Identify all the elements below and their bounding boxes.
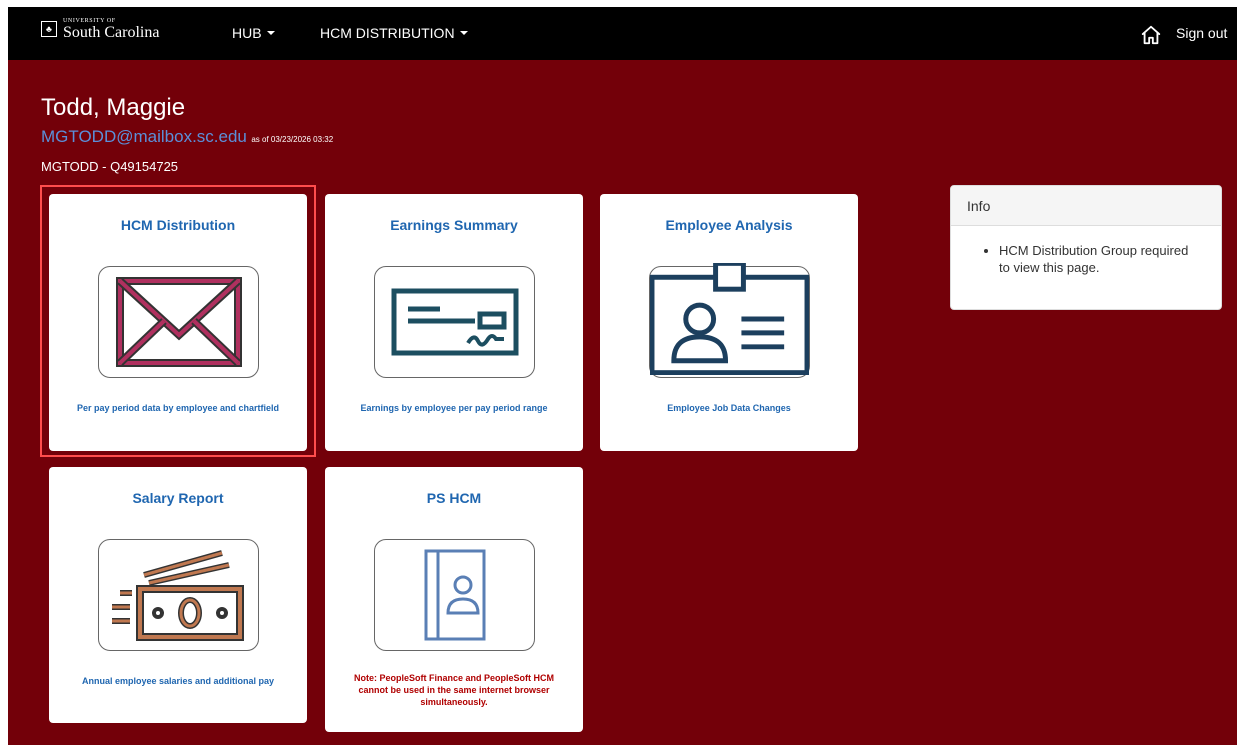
tile-description: Earnings by employee per pay period rang… bbox=[360, 403, 548, 413]
tile-hcm-distribution[interactable]: HCM Distribution Per pay period data by … bbox=[49, 194, 307, 451]
tile-employee-analysis[interactable]: Employee Analysis Employee Job Data Chan… bbox=[600, 194, 858, 451]
tile-salary-report[interactable]: Salary Report Annual employee salaries a… bbox=[49, 467, 307, 723]
home-icon[interactable] bbox=[1140, 24, 1162, 46]
tile-earnings-summary[interactable]: Earnings Summary Earnings by employee pe… bbox=[325, 194, 583, 451]
user-id: MGTODD - Q49154725 bbox=[41, 159, 179, 174]
envelope-icon bbox=[115, 277, 242, 367]
info-panel: Info HCM Distribution Group required to … bbox=[950, 185, 1222, 310]
tile-title: Salary Report bbox=[132, 490, 224, 506]
user-email[interactable]: MGTODD@mailbox.sc.edu bbox=[41, 127, 247, 146]
brand-logo[interactable]: ♣ UNIVERSITY OF South Carolina bbox=[41, 16, 159, 42]
tile-title: Earnings Summary bbox=[390, 217, 518, 233]
main-content: Todd, Maggie MGTODD@mailbox.sc.edu as of… bbox=[8, 60, 1237, 745]
address-book-icon bbox=[424, 549, 485, 641]
brand-name: South Carolina bbox=[63, 23, 160, 41]
tile-title: HCM Distribution bbox=[120, 217, 236, 233]
caret-down-icon bbox=[266, 31, 275, 35]
check-icon bbox=[391, 288, 518, 356]
nav-menu-hcm-distribution[interactable]: HCM DISTRIBUTION bbox=[320, 25, 468, 41]
as-of-timestamp: as of 03/23/2026 03:32 bbox=[251, 135, 334, 144]
money-icon bbox=[111, 550, 244, 641]
tile-title: Employee Analysis bbox=[665, 217, 793, 233]
tile-description: Per pay period data by employee and char… bbox=[76, 403, 280, 413]
user-name: Todd, Maggie bbox=[41, 94, 186, 121]
caret-down-icon bbox=[459, 31, 468, 35]
nav-menu-hub[interactable]: HUB bbox=[232, 25, 275, 41]
tile-note: Note: PeopleSoft Finance and PeopleSoft … bbox=[353, 673, 554, 707]
info-panel-title: Info bbox=[951, 186, 1221, 226]
tile-description: Annual employee salaries and additional … bbox=[81, 676, 275, 686]
top-navbar: ♣ UNIVERSITY OF South Carolina HUB HCM D… bbox=[8, 7, 1237, 60]
nav-menu-hcm-distribution-label: HCM DISTRIBUTION bbox=[320, 25, 455, 41]
id-badge-icon bbox=[650, 263, 809, 375]
tile-description: Employee Job Data Changes bbox=[667, 403, 791, 413]
sign-out-link[interactable]: Sign out bbox=[1176, 25, 1227, 41]
university-seal-icon: ♣ bbox=[41, 21, 57, 37]
nav-menu-hub-label: HUB bbox=[232, 25, 262, 41]
tile-title: PS HCM bbox=[426, 490, 482, 506]
tile-ps-hcm[interactable]: PS HCM Note: PeopleSoft Finance and Peop… bbox=[325, 467, 583, 732]
info-item: HCM Distribution Group required to view … bbox=[999, 242, 1201, 276]
